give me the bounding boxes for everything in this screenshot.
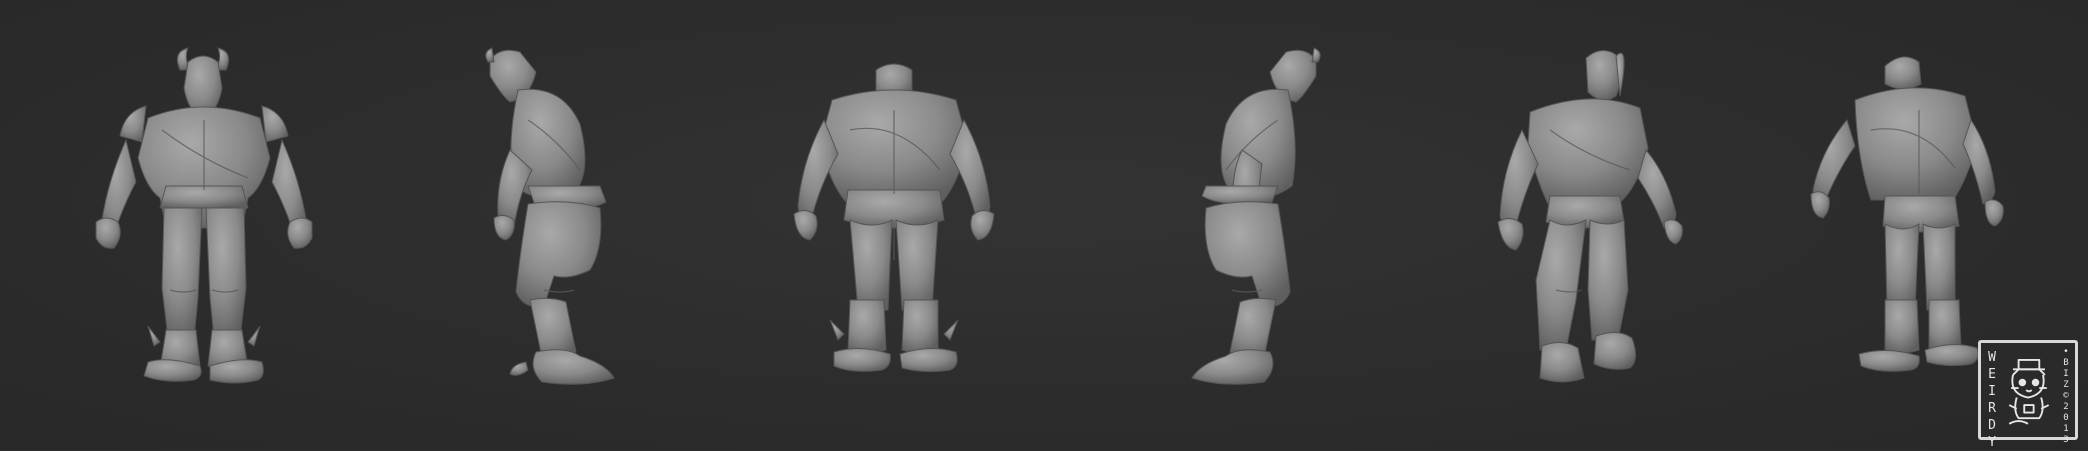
figure-side-left-view: [378, 0, 726, 450]
logo-mark-letter: B: [2063, 358, 2069, 368]
logo-mark-letter: •: [2063, 347, 2069, 357]
watermark-logo: WEIRDY • B I Z © 2 0 1 3: [1978, 340, 2078, 450]
logo-mark-letter: Z: [2063, 380, 2069, 390]
logo-word-letter: Y: [1988, 435, 1996, 450]
logo-mark-letter: 2: [2063, 402, 2069, 412]
figure-three-quarter-front-view: [1410, 0, 1758, 450]
logo-mark-letter: 1: [2063, 424, 2069, 434]
figure-back-view: [720, 0, 1068, 450]
logo-word-letter: I: [1988, 384, 1996, 399]
figure-side-right-view: [1080, 0, 1428, 450]
logo-word-letter: W: [1988, 350, 1996, 365]
logo-mark: • B I Z © 2 0 1 3: [2060, 347, 2072, 446]
logo-word-letter: R: [1988, 401, 1996, 416]
logo-mark-letter: I: [2063, 369, 2069, 379]
logo-word-letter: E: [1988, 367, 1996, 382]
figure-front-view: [30, 0, 378, 450]
viewport: WEIRDY • B I Z © 2 0 1 3: [0, 0, 2088, 450]
logo-word-letter: D: [1988, 418, 1996, 433]
logo-mark-letter: 3: [2063, 435, 2069, 445]
logo-mark-letter: ©: [2063, 391, 2069, 401]
logo-word: WEIRDY: [1985, 349, 1999, 451]
logo-mark-letter: 0: [2063, 413, 2069, 423]
